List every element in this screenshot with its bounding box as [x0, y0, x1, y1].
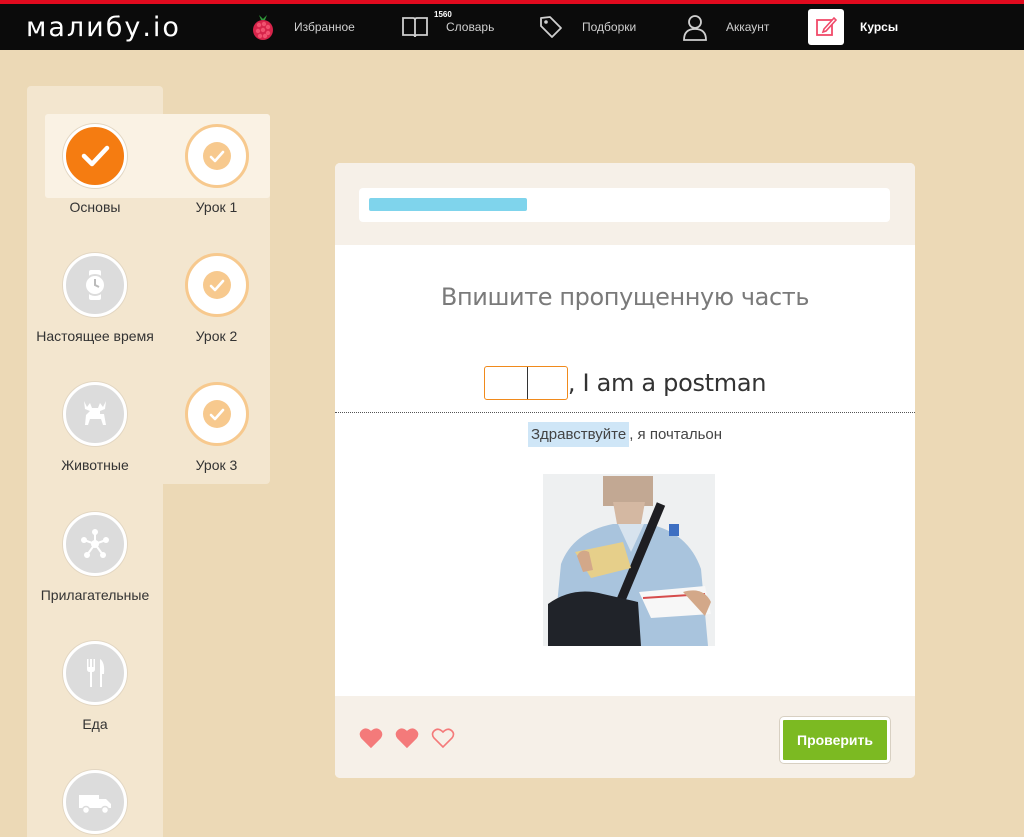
text-cursor	[526, 367, 528, 399]
course-circle	[63, 512, 127, 576]
nav-favorites-label: Избранное	[294, 20, 355, 34]
sentence: , I am a postman	[335, 366, 915, 400]
heart-filled-icon	[359, 727, 383, 754]
course-item-basics[interactable]: Основы	[27, 124, 163, 215]
check-icon	[209, 150, 224, 162]
nav-account-label: Аккаунт	[726, 20, 770, 34]
course-label: Настоящее время	[36, 328, 154, 344]
nav-favorites[interactable]: Избранное	[248, 4, 355, 50]
course-label: Еда	[82, 716, 108, 732]
check-icon	[209, 279, 224, 291]
course-item-transport[interactable]	[27, 770, 163, 834]
answer-input[interactable]	[483, 366, 568, 400]
check-icon	[81, 145, 110, 167]
heart-filled-icon	[395, 727, 419, 754]
lesson-label: Урок 3	[195, 457, 238, 473]
course-circle	[63, 641, 127, 705]
course-item-adjectives[interactable]: Прилагательные	[27, 512, 163, 603]
translation-highlight: Здравствуйте	[527, 422, 630, 447]
course-label: Животные	[61, 457, 129, 473]
translation-text: , я почтальон	[629, 426, 723, 443]
top-navigation-bar: малибу.io Избранное 1560 Словарь Подборк…	[0, 0, 1024, 50]
course-label: Прилагательные	[40, 587, 150, 603]
course-circle	[63, 382, 127, 446]
course-circle	[63, 770, 127, 834]
lesson-circle	[184, 382, 249, 446]
nav-courses[interactable]: Курсы	[808, 4, 898, 50]
lives	[359, 727, 467, 754]
lesson-item-2[interactable]: Урок 2	[163, 253, 270, 344]
lesson-label: Урок 1	[195, 199, 238, 215]
translation: Здравствуйте, я почтальон	[335, 422, 915, 447]
nav-dictionary[interactable]: 1560 Словарь	[400, 4, 494, 50]
nav-collections[interactable]: Подборки	[536, 4, 636, 50]
heart-empty-icon	[431, 727, 455, 754]
lesson-circle	[184, 253, 249, 317]
network-icon	[81, 529, 109, 558]
nav-dictionary-label: Словарь	[446, 20, 495, 34]
postman-photo	[543, 474, 715, 646]
lesson-item-3[interactable]: Урок 3	[163, 382, 270, 473]
nav-courses-label: Курсы	[860, 20, 899, 34]
check-answer-button[interactable]: Проверить	[780, 717, 890, 763]
raspberry-icon	[248, 12, 278, 42]
task-title: Впишите пропущенную часть	[440, 283, 810, 311]
lesson-circle	[184, 124, 249, 188]
dictionary-count-badge: 1560	[434, 10, 452, 19]
sentence-text: , I am a postman	[567, 369, 767, 397]
course-circle	[63, 124, 127, 188]
app-logo[interactable]: малибу.io	[26, 12, 181, 43]
lesson-item-1[interactable]: Урок 1	[163, 124, 270, 215]
moose-icon	[84, 401, 106, 425]
course-item-food[interactable]: Еда	[27, 641, 163, 732]
progress-fill	[369, 198, 527, 211]
user-icon	[680, 12, 710, 42]
pencil-edit-icon	[808, 9, 844, 45]
exercise-header	[335, 163, 915, 245]
exercise-card: Впишите пропущенную часть , I am a postm…	[335, 163, 915, 778]
lesson-label: Урок 2	[195, 328, 238, 344]
tag-icon	[536, 12, 566, 42]
progress-bar	[359, 188, 890, 222]
fork-knife-icon	[87, 659, 105, 687]
course-label: Основы	[69, 199, 121, 215]
course-item-present-tense[interactable]: Настоящее время	[27, 253, 163, 344]
divider	[335, 412, 915, 413]
nav-account[interactable]: Аккаунт	[680, 4, 769, 50]
watch-icon	[84, 270, 106, 300]
book-icon	[400, 12, 430, 42]
check-icon	[209, 408, 224, 420]
course-item-animals[interactable]: Животные	[27, 382, 163, 473]
course-circle	[63, 253, 127, 317]
truck-icon	[79, 795, 111, 815]
nav-collections-label: Подборки	[582, 20, 637, 34]
exercise-footer: Проверить	[335, 696, 915, 778]
